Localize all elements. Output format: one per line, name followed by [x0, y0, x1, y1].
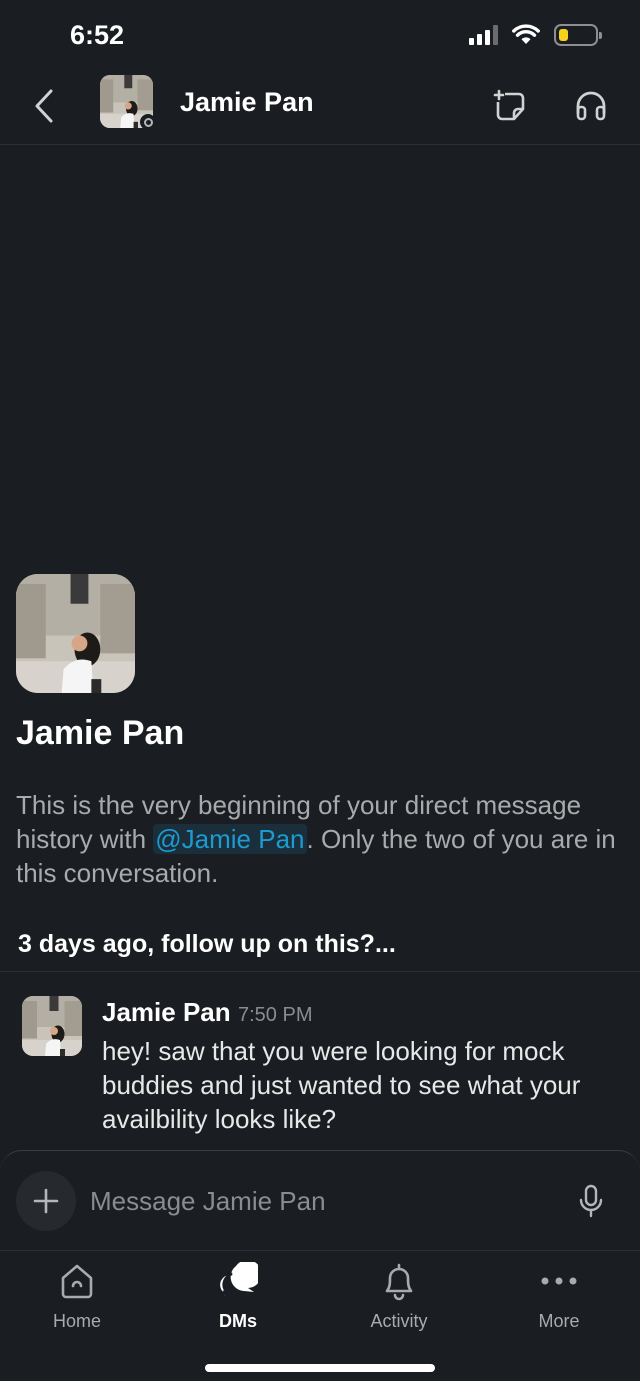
divider — [0, 971, 640, 972]
profile-avatar[interactable] — [16, 574, 135, 693]
home-indicator[interactable] — [205, 1364, 435, 1372]
message-timestamp: 7:50 PM — [238, 1004, 313, 1026]
conversation-header: Jamie Pan — [0, 72, 640, 145]
chevron-left-icon — [35, 89, 53, 123]
user-mention-link[interactable]: @Jamie Pan — [153, 824, 307, 854]
huddle-button[interactable] — [570, 86, 612, 126]
back-button[interactable] — [28, 86, 60, 126]
canvas-icon — [493, 89, 525, 121]
message-text[interactable]: hey! saw that you were looking for mock … — [102, 1034, 622, 1136]
tab-more[interactable]: More — [499, 1259, 619, 1339]
bottom-tab-bar: Home DMs Activity More — [0, 1250, 640, 1381]
message-composer — [0, 1150, 640, 1251]
tab-home[interactable]: Home — [17, 1259, 137, 1339]
more-icon — [541, 1277, 577, 1285]
battery-icon — [554, 24, 602, 46]
bell-icon — [385, 1263, 413, 1301]
home-icon — [61, 1264, 93, 1299]
add-attachment-button[interactable] — [16, 1171, 76, 1231]
conversation-intro-text: This is the very beginning of your direc… — [16, 788, 628, 890]
thread-header[interactable]: 3 days ago, follow up on this?... — [18, 930, 396, 959]
tab-more-label: More — [538, 1311, 580, 1331]
presence-away-icon — [140, 114, 156, 130]
canvas-button[interactable] — [490, 86, 530, 126]
tab-dms[interactable]: DMs — [178, 1259, 298, 1339]
status-time: 6:52 — [70, 20, 125, 50]
message-input[interactable] — [90, 1181, 560, 1221]
battery-fill — [559, 29, 568, 41]
tab-activity-label: Activity — [370, 1311, 428, 1331]
tab-dms-label: DMs — [218, 1311, 257, 1331]
wifi-icon — [512, 24, 540, 44]
cellular-signal-icon — [469, 25, 498, 45]
headphones-icon — [576, 91, 606, 121]
tab-home-label: Home — [52, 1311, 101, 1331]
conversation-title[interactable]: Jamie Pan — [180, 87, 314, 118]
status-icons — [469, 24, 602, 46]
status-bar: 6:52 — [0, 0, 640, 72]
profile-name[interactable]: Jamie Pan — [16, 714, 184, 753]
message-avatar[interactable] — [22, 996, 82, 1056]
message-author[interactable]: Jamie Pan — [102, 997, 231, 1028]
voice-record-button[interactable] — [574, 1181, 608, 1221]
plus-icon — [33, 1188, 59, 1214]
dms-icon — [218, 1262, 258, 1300]
tab-activity[interactable]: Activity — [339, 1259, 459, 1339]
microphone-icon — [579, 1184, 603, 1218]
